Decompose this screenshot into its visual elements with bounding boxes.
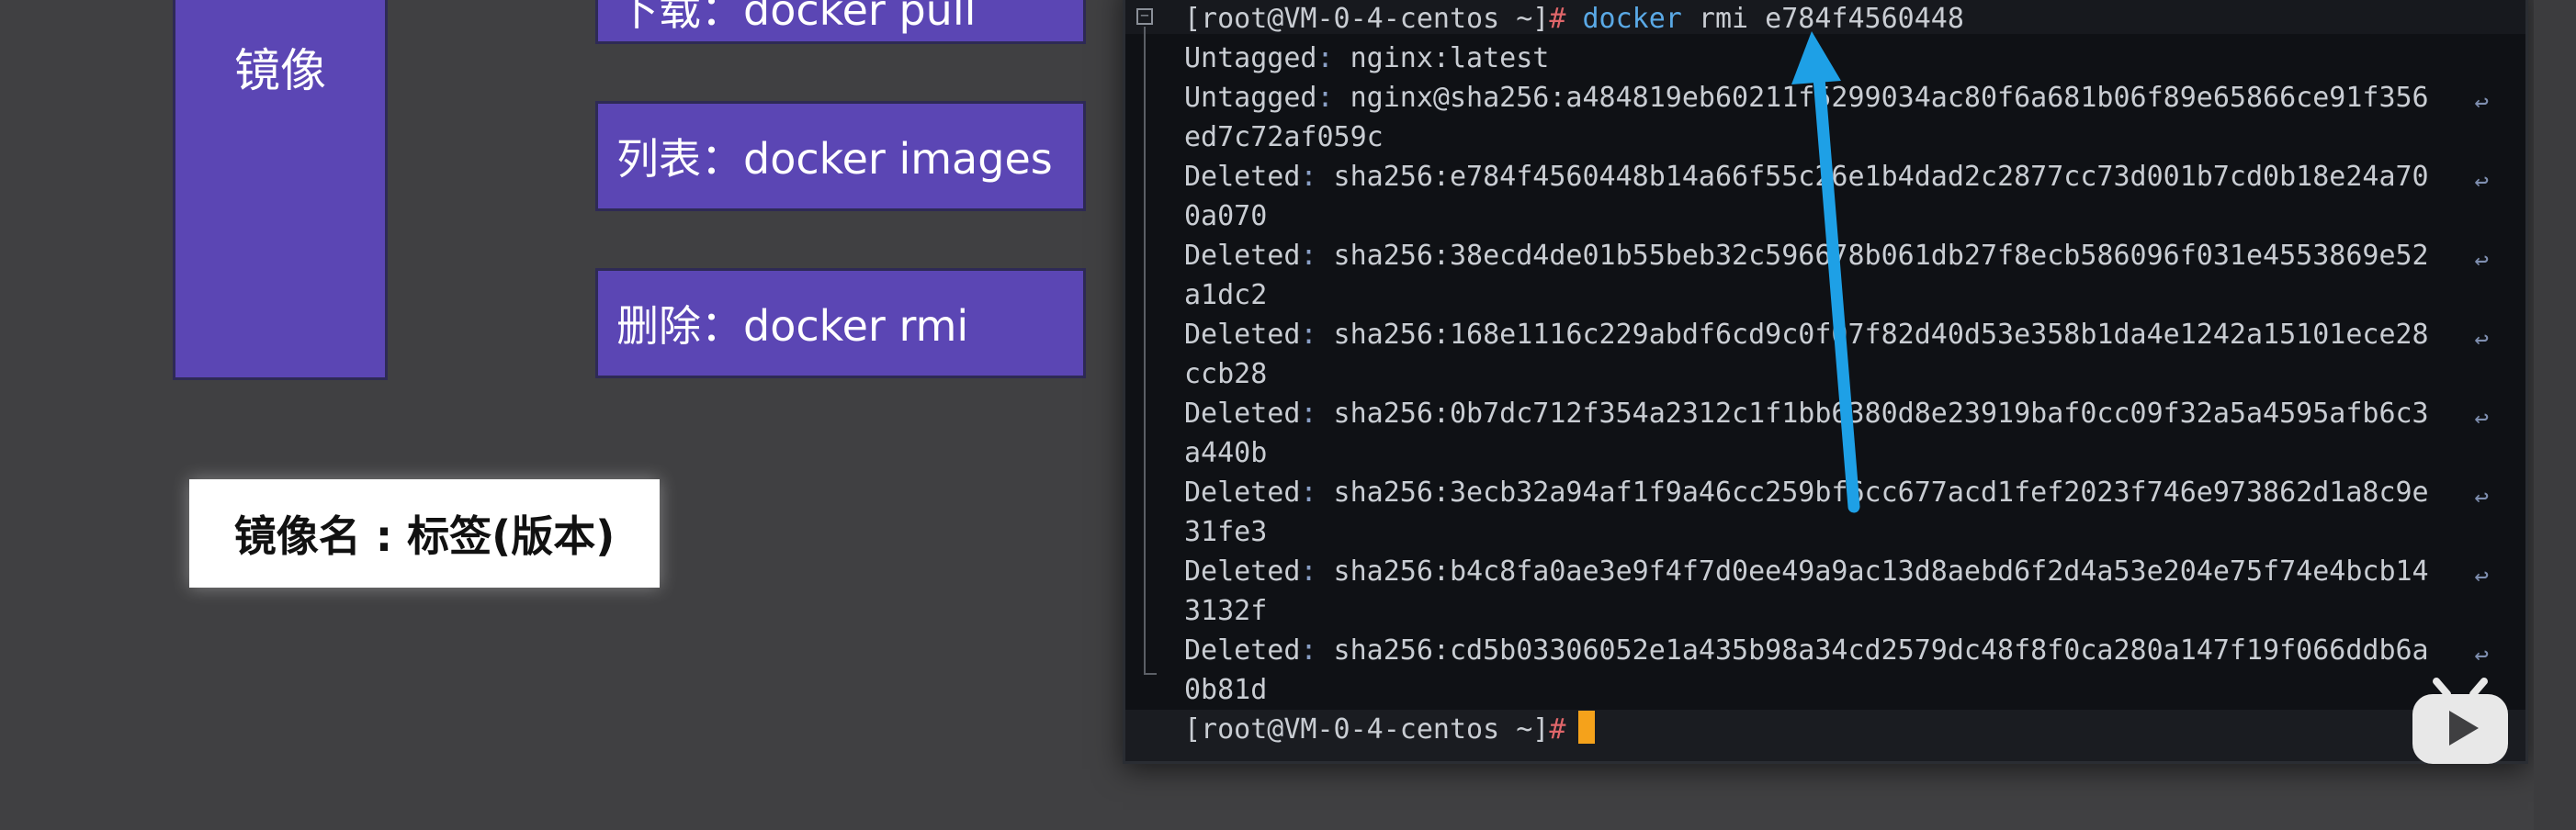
output-line-label: Untagged bbox=[1184, 42, 1317, 74]
mirror-box: 镜像 bbox=[173, 0, 388, 380]
output-line-value: sha256:3ecb32a94af1f9a46cc259bf6cc677acd… bbox=[1316, 477, 2429, 509]
final-prompt: [root@VM-0-4-centos ~] bbox=[1184, 713, 1550, 746]
fold-toggle-icon[interactable]: − bbox=[1136, 8, 1153, 25]
terminal-output-line: ccb28 bbox=[1184, 354, 2489, 394]
final-prompt-line[interactable]: [root@VM-0-4-centos ~]# bbox=[1184, 710, 2489, 749]
terminal-cursor bbox=[1578, 711, 1596, 744]
terminal-output-line: Deleted: sha256:3ecb32a94af1f9a46cc259bf… bbox=[1184, 473, 2489, 512]
output-line-colon: : bbox=[1300, 319, 1317, 351]
output-line-value: sha256:cd5b03306052e1a435b98a34cd2579dc4… bbox=[1316, 634, 2429, 667]
terminal-output-line: 3132f bbox=[1184, 591, 2489, 631]
terminal-output-line: Deleted: sha256:cd5b03306052e1a435b98a34… bbox=[1184, 631, 2489, 670]
pull-label: 下载：docker pull bbox=[616, 0, 977, 35]
terminal-output-line: Deleted: sha256:e784f4560448b14a66f55c26… bbox=[1184, 157, 2489, 196]
output-line-label: Untagged bbox=[1184, 82, 1317, 114]
pull-command-box: 下载：docker pull bbox=[595, 0, 1086, 44]
output-line-value: sha256:168e1116c229abdf6cd9c0f07f82d40d5… bbox=[1316, 319, 2429, 351]
fold-guide-line bbox=[1144, 27, 1157, 675]
output-line-value: 0a070 bbox=[1184, 200, 1268, 232]
output-line-value: a440b bbox=[1184, 437, 1268, 469]
rmi-command-box: 删除：docker rmi bbox=[595, 268, 1086, 378]
rmi-label: 删除：docker rmi bbox=[616, 301, 969, 351]
terminal-output-line: Deleted: sha256:168e1116c229abdf6cd9c0f0… bbox=[1184, 315, 2489, 354]
output-line-value: ccb28 bbox=[1184, 358, 1268, 390]
command-prompt: [root@VM-0-4-centos ~] bbox=[1184, 3, 1550, 35]
output-line-label: Deleted bbox=[1184, 555, 1301, 588]
terminal-output[interactable]: [root@VM-0-4-centos ~]# docker rmi e784f… bbox=[1184, 0, 2489, 749]
terminal-output-line: a440b bbox=[1184, 433, 2489, 473]
prompt-hash: # bbox=[1549, 3, 1566, 35]
output-line-colon: : bbox=[1316, 42, 1334, 74]
output-line-colon: : bbox=[1300, 634, 1317, 667]
terminal-output-line: Deleted: sha256:0b7dc712f354a2312c1f1bb6… bbox=[1184, 394, 2489, 433]
terminal-output-line: Deleted: sha256:38ecd4de01b55beb32c59667… bbox=[1184, 236, 2489, 275]
mirror-label: 镜像 bbox=[234, 44, 326, 97]
output-line-label: Deleted bbox=[1184, 240, 1301, 272]
output-line-colon: : bbox=[1300, 240, 1317, 272]
output-line-colon: : bbox=[1300, 477, 1317, 509]
terminal-output-line: 0a070 bbox=[1184, 196, 2489, 236]
terminal-output-line: a1dc2 bbox=[1184, 275, 2489, 315]
images-label: 列表：docker images bbox=[616, 134, 1053, 184]
right-edge-strip bbox=[2534, 0, 2576, 830]
output-line-value: ed7c72af059c bbox=[1184, 121, 1384, 153]
command-line: [root@VM-0-4-centos ~]# docker rmi e784f… bbox=[1184, 0, 2489, 39]
output-line-label: Deleted bbox=[1184, 161, 1301, 193]
output-line-value: nginx:latest bbox=[1333, 42, 1550, 74]
terminal-output-line: Deleted: sha256:b4c8fa0ae3e9f4f7d0ee49a9… bbox=[1184, 552, 2489, 591]
terminal-output-line: Untagged: nginx:latest bbox=[1184, 39, 2489, 78]
final-prompt-hash: # bbox=[1549, 713, 1566, 746]
output-line-value: 0b81d bbox=[1184, 674, 1268, 706]
output-line-value: sha256:b4c8fa0ae3e9f4f7d0ee49a9ac13d8aeb… bbox=[1316, 555, 2429, 588]
output-line-value: nginx@sha256:a484819eb60211f5299034ac80f… bbox=[1333, 82, 2429, 114]
output-line-label: Deleted bbox=[1184, 634, 1301, 667]
terminal-output-line: Untagged: nginx@sha256:a484819eb60211f52… bbox=[1184, 78, 2489, 118]
output-lines: Untagged: nginx:latest Untagged: nginx@sh… bbox=[1184, 39, 2489, 710]
terminal-output-line: ed7c72af059c bbox=[1184, 118, 2489, 157]
output-line-value: 31fe3 bbox=[1184, 516, 1268, 548]
screen: 镜像 下载：docker pull 列表：docker images 删除：do… bbox=[0, 0, 2576, 830]
image-name-tag: 镜像名 : 标签(版本) bbox=[189, 479, 660, 588]
name-tag-label: 镜像名 : 标签(版本) bbox=[233, 511, 616, 561]
command-name: docker bbox=[1582, 3, 1682, 35]
terminal-output-line: 0b81d bbox=[1184, 670, 2489, 710]
output-line-value: sha256:e784f4560448b14a66f55c26e1b4dad2c… bbox=[1316, 161, 2429, 193]
output-line-label: Deleted bbox=[1184, 398, 1301, 430]
command-args: rmi e784f4560448 bbox=[1681, 3, 1964, 35]
output-line-colon: : bbox=[1316, 82, 1334, 114]
output-line-label: Deleted bbox=[1184, 319, 1301, 351]
terminal-output-line: 31fe3 bbox=[1184, 512, 2489, 552]
images-command-box: 列表：docker images bbox=[595, 101, 1086, 211]
output-line-value: a1dc2 bbox=[1184, 279, 1268, 311]
bilibili-tv-icon bbox=[2412, 678, 2508, 764]
output-line-value: 3132f bbox=[1184, 595, 1268, 627]
output-line-value: sha256:0b7dc712f354a2312c1f1bb6380d8e239… bbox=[1316, 398, 2429, 430]
output-line-colon: : bbox=[1300, 161, 1317, 193]
output-line-value: sha256:38ecd4de01b55beb32c596678b061db27… bbox=[1316, 240, 2429, 272]
terminal-window[interactable]: − [root@VM-0-4-centos ~]# docker rmi e78… bbox=[1123, 0, 2528, 764]
output-line-label: Deleted bbox=[1184, 477, 1301, 509]
output-line-colon: : bbox=[1300, 398, 1317, 430]
output-line-colon: : bbox=[1300, 555, 1317, 588]
